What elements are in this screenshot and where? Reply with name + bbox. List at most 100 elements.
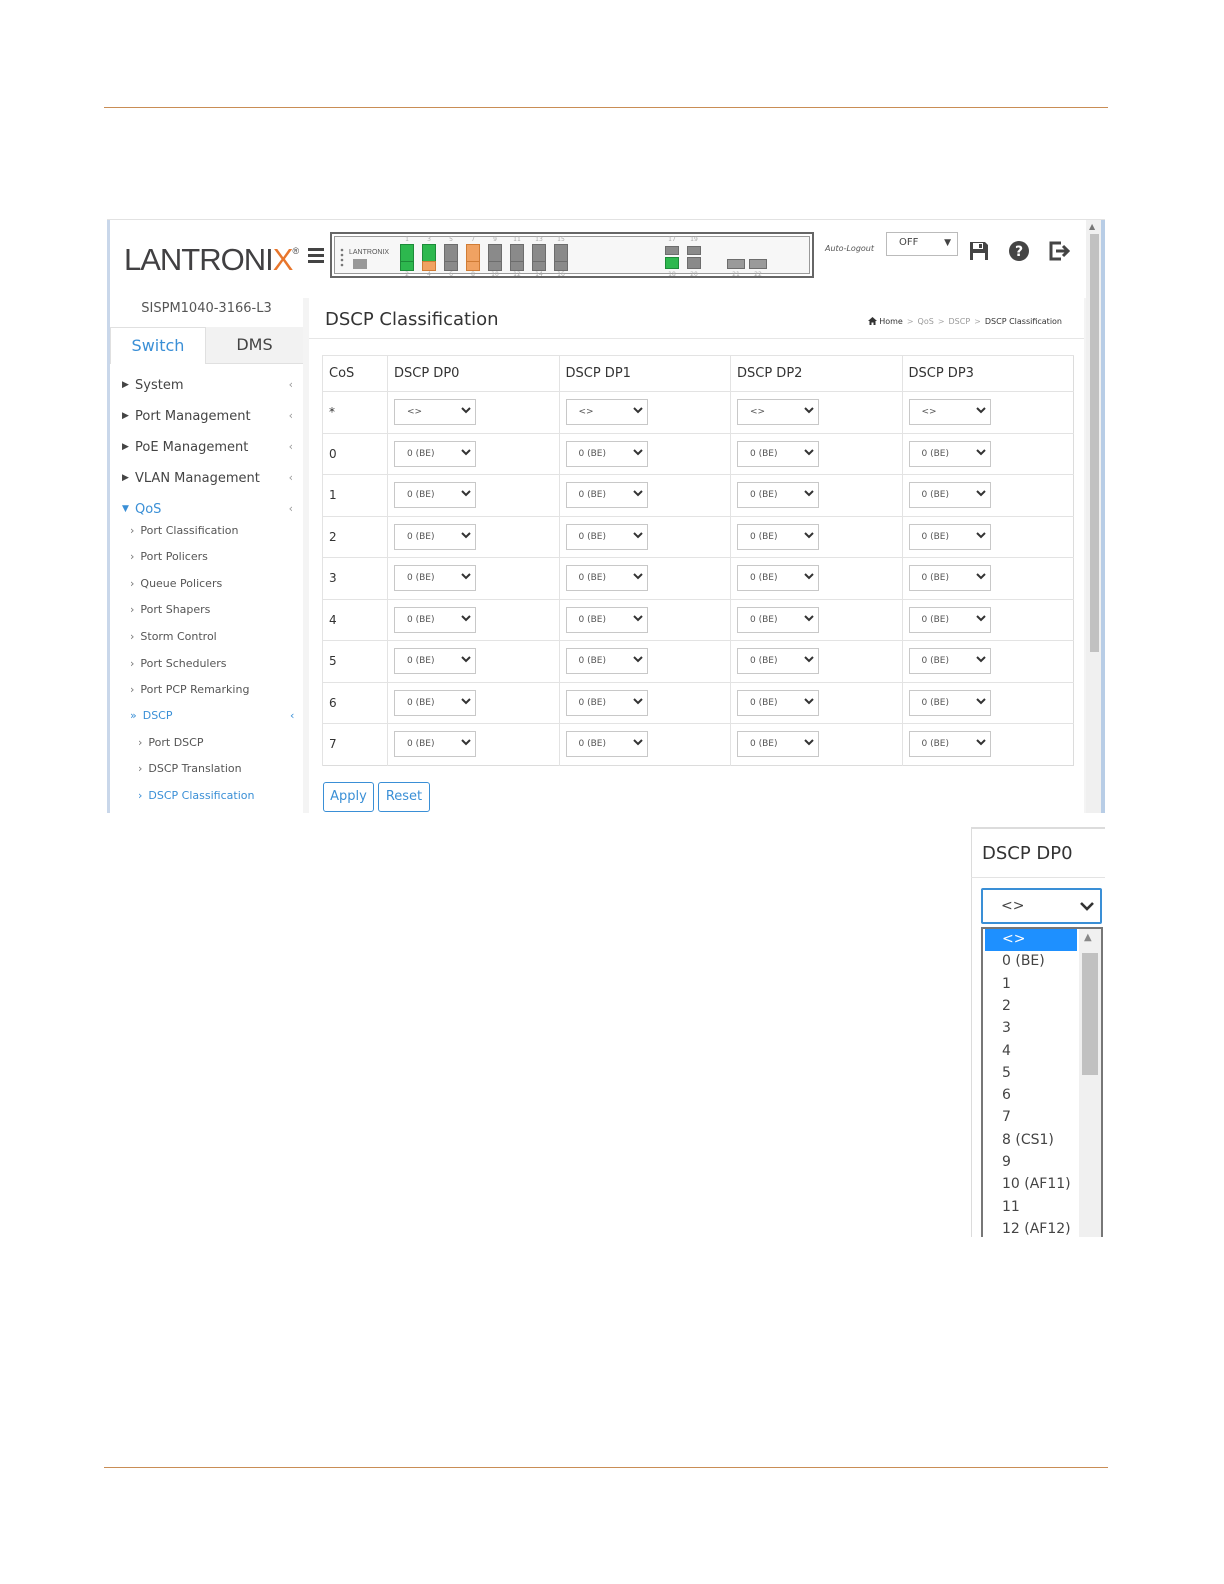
sidebar-subitem-dscp-translation[interactable]: › DSCP Translation [138, 762, 242, 775]
dscp-dp0-select-open[interactable]: <> [981, 888, 1102, 924]
breadcrumb-dscp[interactable]: DSCP [949, 317, 971, 326]
uplink-port[interactable] [665, 257, 679, 269]
auto-logout-select[interactable]: OFF ▼ [886, 232, 958, 256]
breadcrumb-qos[interactable]: QoS [918, 317, 934, 326]
tab-switch[interactable]: Switch [110, 327, 206, 364]
dscp-dp0-select[interactable]: 0 (BE) [394, 606, 476, 633]
dscp-dp2-select[interactable]: 0 (BE) [737, 523, 819, 550]
ethernet-port[interactable] [422, 261, 436, 271]
dscp-dp2-select[interactable]: 0 (BE) [737, 565, 819, 592]
dscp-dp2-select[interactable]: 0 (BE) [737, 648, 819, 675]
sidebar-subitem-dscp-classification[interactable]: › DSCP Classification [138, 789, 254, 802]
dropdown-option[interactable]: 9 [985, 1152, 1077, 1174]
dscp-dp3-select[interactable]: 0 (BE) [908, 565, 991, 592]
sidebar-subitem-queue-policers[interactable]: › Queue Policers [130, 577, 222, 590]
dscp-dp3-select[interactable]: 0 (BE) [908, 731, 991, 758]
dscp-dp1-select[interactable]: 0 (BE) [565, 606, 648, 633]
dscp-dp3-select[interactable]: 0 (BE) [908, 523, 991, 550]
dropdown-option[interactable]: 4 [985, 1041, 1077, 1063]
dscp-dp3-select[interactable]: 0 (BE) [908, 689, 991, 716]
uplink-port[interactable] [665, 246, 679, 255]
dropdown-scrollbar[interactable]: ▲ [1079, 929, 1101, 1237]
scroll-up-icon[interactable]: ▲ [1084, 932, 1092, 943]
dscp-dp1-select[interactable]: 0 (BE) [565, 731, 648, 758]
sidebar-subitem-port-dscp[interactable]: › Port DSCP [138, 736, 203, 749]
sidebar-subitem-dscp[interactable]: » DSCP ‹ [130, 709, 294, 722]
dropdown-option[interactable]: 3 [985, 1018, 1077, 1040]
dscp-dp0-select[interactable]: 0 (BE) [394, 565, 476, 592]
dscp-dp0-select[interactable]: 0 (BE) [394, 523, 476, 550]
dscp-dp3-select[interactable]: 0 (BE) [908, 648, 991, 675]
dropdown-option[interactable]: 8 (CS1) [985, 1130, 1077, 1152]
dropdown-option[interactable]: 6 [985, 1085, 1077, 1107]
ethernet-port[interactable] [466, 261, 480, 271]
dscp-dp2-select[interactable]: <> [737, 399, 819, 426]
dscp-dp2-select[interactable]: 0 (BE) [737, 731, 819, 758]
dscp-dp1-select[interactable]: 0 (BE) [565, 523, 648, 550]
dropdown-option[interactable]: 5 [985, 1063, 1077, 1085]
dscp-dp1-select[interactable]: 0 (BE) [565, 565, 648, 592]
scrollbar-thumb[interactable] [1090, 234, 1099, 652]
breadcrumb-home[interactable]: Home [879, 317, 903, 326]
dscp-dp3-select[interactable]: 0 (BE) [908, 606, 991, 633]
sidebar-subitem-port-policers[interactable]: › Port Policers [130, 550, 208, 563]
sfp-port[interactable] [749, 259, 767, 269]
ethernet-port[interactable] [444, 244, 458, 262]
ethernet-port[interactable] [488, 261, 502, 271]
dropdown-option[interactable]: 0 (BE) [985, 951, 1077, 973]
ethernet-port[interactable] [444, 261, 458, 271]
ethernet-port[interactable] [554, 261, 568, 271]
dscp-dp0-select[interactable]: 0 (BE) [394, 731, 476, 758]
sidebar-subitem-port-schedulers[interactable]: › Port Schedulers [130, 657, 227, 670]
dscp-dp1-select[interactable]: 0 (BE) [565, 689, 648, 716]
dscp-dp3-select[interactable]: <> [908, 399, 991, 426]
reset-button[interactable]: Reset [378, 782, 430, 812]
ethernet-port[interactable] [400, 261, 414, 271]
dropdown-scrollbar-thumb[interactable] [1082, 953, 1098, 1075]
uplink-port[interactable] [687, 257, 701, 269]
page-scrollbar[interactable]: ▲ [1086, 220, 1101, 813]
dropdown-option[interactable]: 7 [985, 1107, 1077, 1129]
ethernet-port[interactable] [510, 261, 524, 271]
switch-front-panel[interactable]: LANTRONIX 1 2 3 4 5 6 7 8 9 10 11 12 13 14 15 16 17 18 19 2… [330, 232, 814, 278]
dscp-dp1-select[interactable]: <> [565, 399, 648, 426]
dropdown-option-list[interactable]: <> 0 (BE) 1 2 3 4 5 6 7 8 (CS1) 9 10 (AF11) 11 12 (AF… [981, 927, 1103, 1237]
tab-dms[interactable]: DMS [206, 327, 303, 364]
ethernet-port[interactable] [422, 244, 436, 262]
console-port[interactable] [353, 259, 367, 269]
help-icon[interactable]: ? [1008, 240, 1030, 262]
dropdown-option[interactable]: 11 [985, 1197, 1077, 1219]
dscp-dp1-select[interactable]: 0 (BE) [565, 648, 648, 675]
sidebar-subitem-port-classification[interactable]: › Port Classification [130, 524, 239, 537]
dscp-dp3-select[interactable]: 0 (BE) [908, 482, 991, 509]
dscp-dp2-select[interactable]: 0 (BE) [737, 482, 819, 509]
ethernet-port[interactable] [554, 244, 568, 262]
dscp-dp1-select[interactable]: 0 (BE) [565, 440, 648, 467]
ethernet-port[interactable] [400, 244, 414, 262]
scroll-up-icon[interactable]: ▲ [1089, 222, 1095, 231]
sidebar-subitem-port-pcp-remarking[interactable]: › Port PCP Remarking [130, 683, 249, 696]
dropdown-option[interactable]: 12 (AF12) [985, 1219, 1077, 1237]
dscp-dp2-select[interactable]: 0 (BE) [737, 440, 819, 467]
sidebar-subitem-storm-control[interactable]: › Storm Control [130, 630, 217, 643]
sidebar-subitem-port-shapers[interactable]: › Port Shapers [130, 603, 210, 616]
dscp-dp1-select[interactable]: 0 (BE) [565, 482, 648, 509]
ethernet-port[interactable] [466, 244, 480, 262]
ethernet-port[interactable] [532, 244, 546, 262]
dscp-dp0-select[interactable]: 0 (BE) [394, 648, 476, 675]
dscp-dp2-select[interactable]: 0 (BE) [737, 606, 819, 633]
apply-button[interactable]: Apply [323, 782, 374, 812]
dscp-dp3-select[interactable]: 0 (BE) [908, 440, 991, 467]
logout-icon[interactable] [1048, 240, 1070, 262]
save-icon[interactable] [968, 240, 990, 262]
hamburger-icon[interactable] [308, 248, 324, 263]
sfp-port[interactable] [727, 259, 745, 269]
dscp-dp0-select[interactable]: 0 (BE) [394, 689, 476, 716]
dropdown-option[interactable]: <> [985, 929, 1077, 951]
ethernet-port[interactable] [532, 261, 546, 271]
dropdown-option[interactable]: 1 [985, 974, 1077, 996]
uplink-port[interactable] [687, 246, 701, 255]
dropdown-option[interactable]: 10 (AF11) [985, 1174, 1077, 1196]
ethernet-port[interactable] [488, 244, 502, 262]
dscp-dp0-select[interactable]: 0 (BE) [394, 482, 476, 509]
